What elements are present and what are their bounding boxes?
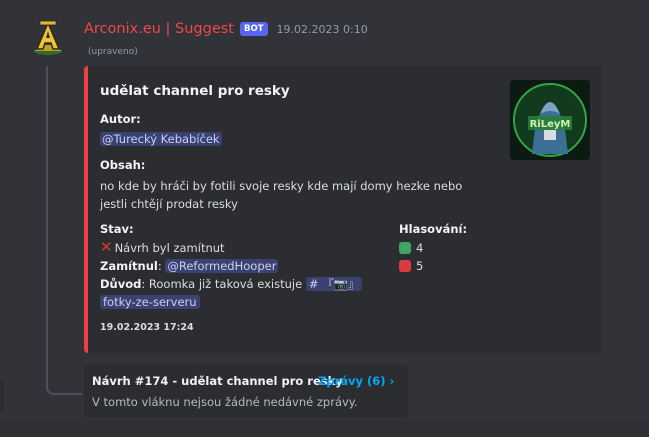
author-field-value: @Turecký Kebabíček (100, 130, 222, 148)
embed-title: udělat channel pro resky (100, 83, 290, 99)
svg-text:RiLeyM: RiLeyM (530, 119, 571, 130)
cross-mark-icon: ✕ (100, 238, 113, 256)
status-text: Návrh byl zamítnut (114, 241, 225, 255)
thread-preview-card[interactable]: Návrh #174 - udělat channel pro resky Zp… (84, 365, 408, 418)
bot-badge: BOT (240, 22, 268, 36)
content-field-label: Obsah: (100, 158, 146, 172)
thumbs-up-icon (399, 242, 411, 254)
thumbs-down-icon (399, 260, 411, 272)
edited-label: (upraveno) (88, 47, 138, 57)
thread-connector-line (46, 66, 82, 395)
message-timestamp[interactable]: 19.02.2023 0:10 (277, 23, 368, 36)
status-line: ✕ Návrh byl zamítnut (100, 239, 225, 257)
channel-mention-prefix[interactable]: # 『📷』 (305, 277, 363, 291)
suggestion-embed: udělat channel pro resky RiLeyM Autor: @… (84, 66, 602, 353)
rejected-label: Zamítnul (100, 259, 158, 273)
thumbnail-image-icon: RiLeyM (510, 80, 590, 160)
thread-messages-link[interactable]: Zprávy (6) › (318, 374, 394, 388)
rejected-by-mention[interactable]: @ReformedHooper (165, 259, 279, 273)
channel-mention-name[interactable]: fotky-ze-serveru (100, 295, 200, 309)
channel-line: fotky-ze-serveru (100, 293, 200, 311)
downvote-count: 5 (416, 259, 424, 273)
left-scroll-thumb[interactable] (0, 380, 4, 412)
thread-empty-text: V tomto vláknu nejsou žádné nedávné zprá… (92, 395, 358, 409)
embed-footer-timestamp: 19.02.2023 17:24 (100, 322, 194, 333)
status-field-label: Stav: (100, 222, 134, 236)
votes-field-label: Hlasování: (399, 222, 468, 236)
arconix-logo-icon (28, 18, 68, 58)
author-field-label: Autor: (100, 112, 141, 126)
author-mention[interactable]: @Turecký Kebabíček (100, 132, 222, 146)
bot-avatar[interactable] (28, 18, 68, 58)
message-header: Arconix.eu | Suggest BOT 19.02.2023 0:10 (84, 21, 368, 37)
upvote-count: 4 (416, 241, 424, 255)
reason-line: Důvod: Roomka již taková existuje # 『📷』 (100, 275, 363, 293)
downvotes-line: 5 (399, 257, 423, 275)
reason-label: Důvod (100, 277, 142, 291)
reason-text: Roomka již taková existuje (148, 277, 303, 291)
content-line-1: no kde by hráči by fotili svoje resky kd… (100, 179, 463, 193)
author-name[interactable]: Arconix.eu | Suggest (84, 21, 234, 37)
content-line-2: jestli chtějí prodat resky (100, 197, 238, 211)
rejected-by-line: Zamítnul: @ReformedHooper (100, 259, 279, 273)
upvotes-line: 4 (399, 239, 423, 257)
thread-title[interactable]: Návrh #174 - udělat channel pro resky (92, 374, 343, 388)
embed-thumbnail[interactable]: RiLeyM (510, 80, 590, 160)
next-message-strip (0, 420, 649, 437)
